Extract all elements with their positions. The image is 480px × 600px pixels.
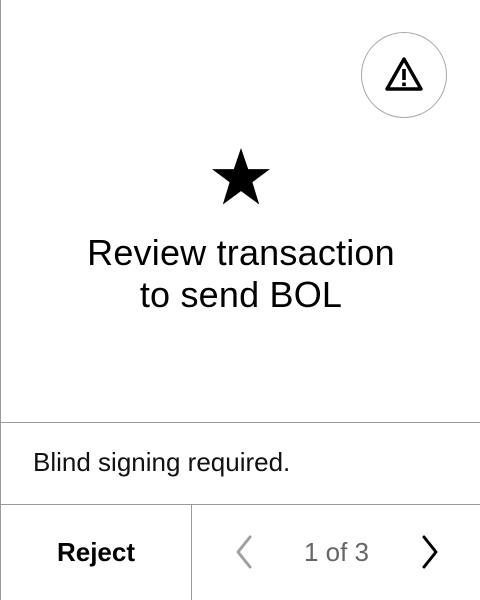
warning-triangle-icon — [385, 57, 423, 91]
divider-top — [1, 422, 480, 423]
device-screen: Review transaction to send BOL Blind sig… — [0, 0, 480, 600]
blind-signing-notice: Blind signing required. — [33, 447, 291, 477]
reject-button-label: Reject — [56, 537, 136, 567]
review-title-line-1: Review transaction — [87, 232, 395, 273]
star-icon — [212, 148, 270, 205]
chevron-right-icon[interactable] — [416, 533, 444, 571]
review-title: Review transaction to send BOL — [1, 232, 480, 316]
pagination: 1 of 3 — [192, 505, 480, 600]
warning-button[interactable] — [361, 32, 447, 118]
review-title-line-2: to send BOL — [139, 274, 343, 315]
reject-button[interactable]: Reject — [1, 505, 192, 600]
footer-bar: Reject 1 of 3 — [1, 505, 480, 600]
